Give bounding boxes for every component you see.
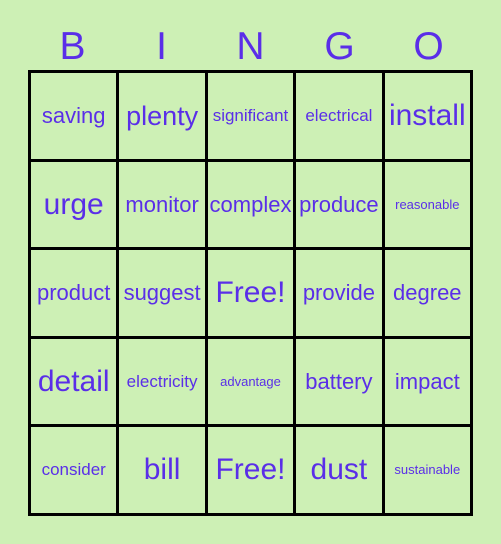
bingo-cell[interactable]: consider [31, 427, 120, 516]
bingo-cell-free[interactable]: Free! [207, 250, 297, 339]
bingo-cell[interactable]: battery [296, 338, 385, 428]
bingo-header-letter-g: G [324, 24, 355, 68]
bingo-cell[interactable]: sustainable [384, 427, 473, 516]
bingo-cell-label: consider [41, 460, 106, 480]
bingo-cell-label: plenty [126, 100, 199, 131]
bingo-cell[interactable]: urge [31, 161, 120, 251]
bingo-cell-label: degree [393, 280, 462, 306]
bingo-header-letter-o: O [413, 24, 444, 68]
bingo-cell[interactable]: electrical [296, 73, 385, 162]
bingo-cell-label: install [388, 99, 466, 133]
bingo-cell-label: significant [212, 105, 289, 125]
bingo-cell[interactable]: degree [384, 250, 473, 339]
bingo-cell-label: electricity [126, 371, 198, 391]
bingo-cell-label: product [37, 280, 111, 306]
bingo-cell-label: electrical [305, 105, 373, 125]
bingo-cell-label: impact [394, 369, 460, 395]
bingo-cell-label: battery [305, 369, 373, 395]
bingo-cell-label: urge [43, 187, 104, 221]
bingo-cell[interactable]: provide [296, 250, 385, 339]
bingo-cell[interactable]: reasonable [384, 161, 473, 251]
bingo-cell-label: Free! [215, 453, 286, 487]
bingo-header-row: B I N G O [28, 22, 473, 70]
bingo-cell[interactable]: significant [207, 73, 297, 162]
bingo-cell-label: bill [143, 453, 181, 487]
bingo-cell-free[interactable]: Free! [207, 427, 297, 516]
bingo-header-letter-i: I [156, 24, 167, 68]
bingo-cell[interactable]: bill [119, 427, 208, 516]
bingo-cell-label: complex [209, 191, 292, 217]
bingo-cell[interactable]: monitor [119, 161, 208, 251]
bingo-cell[interactable]: electricity [119, 338, 208, 428]
bingo-cell-label: produce [299, 191, 379, 217]
bingo-cell-label: detail [37, 364, 110, 398]
bingo-cell-label: Free! [215, 276, 286, 310]
bingo-cell[interactable]: advantage [207, 338, 297, 428]
bingo-cell[interactable]: product [31, 250, 120, 339]
bingo-cell[interactable]: detail [31, 338, 120, 428]
bingo-grid: saving plenty significant electrical ins… [28, 70, 473, 516]
bingo-cell-label: dust [310, 453, 368, 487]
bingo-cell[interactable]: plenty [119, 73, 208, 162]
bingo-cell[interactable]: impact [384, 338, 473, 428]
bingo-cell[interactable]: suggest [119, 250, 208, 339]
bingo-card: B I N G O saving plenty significant elec… [0, 0, 501, 544]
bingo-cell[interactable]: produce [296, 161, 385, 251]
bingo-header-letter-n: N [236, 24, 265, 68]
bingo-cell[interactable]: dust [296, 427, 385, 516]
bingo-cell[interactable]: saving [31, 73, 120, 162]
bingo-cell-label: monitor [125, 191, 199, 217]
bingo-cell[interactable]: complex [207, 161, 297, 251]
bingo-cell-label: reasonable [395, 196, 460, 212]
bingo-cell-label: provide [302, 280, 375, 306]
bingo-cell-label: saving [41, 103, 106, 129]
bingo-cell[interactable]: install [384, 73, 473, 162]
bingo-header-letter-b: B [59, 24, 86, 68]
bingo-cell-label: suggest [123, 280, 201, 306]
bingo-cell-label: advantage [220, 373, 281, 389]
bingo-cell-label: sustainable [394, 462, 461, 478]
